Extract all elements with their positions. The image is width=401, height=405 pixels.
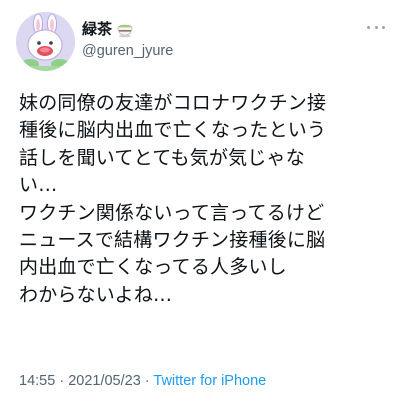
tweet-date[interactable]: 2021/05/23: [68, 373, 141, 389]
dot: [367, 25, 370, 29]
tweet-line: 話しを聞いてとても気が気じゃな: [19, 146, 305, 169]
matcha-cup-emoji-icon: [116, 20, 134, 38]
dot: [382, 25, 385, 29]
avatar-illustration-icon: [16, 12, 75, 71]
avatar[interactable]: [16, 12, 75, 71]
display-name[interactable]: 緑茶: [82, 20, 112, 38]
meta-separator: ·: [55, 373, 69, 389]
author-name-row[interactable]: 緑茶: [82, 20, 134, 38]
tweet-text: 妹の同僚の友達がコロナワクチン接 種後に脳内出血で亡くなったという 話しを聞いて…: [19, 90, 391, 309]
tweet-line: ニュースで結構ワクチン接種後に脳: [19, 229, 326, 252]
tweet-source-link[interactable]: Twitter for iPhone: [153, 373, 266, 389]
tweet: 緑茶 @guren_jyure 妹の同僚の友達がコロナワクチン接 種後に脳内出血…: [0, 0, 401, 405]
more-options-icon[interactable]: [367, 22, 385, 32]
author-handle[interactable]: @guren_jyure: [82, 42, 173, 60]
tweet-line: わからないよね…: [19, 283, 173, 306]
tweet-meta: 14:55 · 2021/05/23 · Twitter for iPhone: [19, 372, 266, 390]
dot: [374, 25, 378, 29]
tweet-line: 種後に脳内出血で亡くなったという: [19, 119, 327, 142]
tweet-line: 内出血で亡くなってる人多いし: [19, 256, 287, 279]
tweet-time[interactable]: 14:55: [19, 373, 55, 389]
meta-separator: ·: [140, 373, 154, 389]
tweet-line: ワクチン関係ないって言ってるけど: [19, 201, 325, 224]
tweet-line: い…: [19, 174, 58, 197]
tweet-line: 妹の同僚の友達がコロナワクチン接: [19, 92, 327, 114]
